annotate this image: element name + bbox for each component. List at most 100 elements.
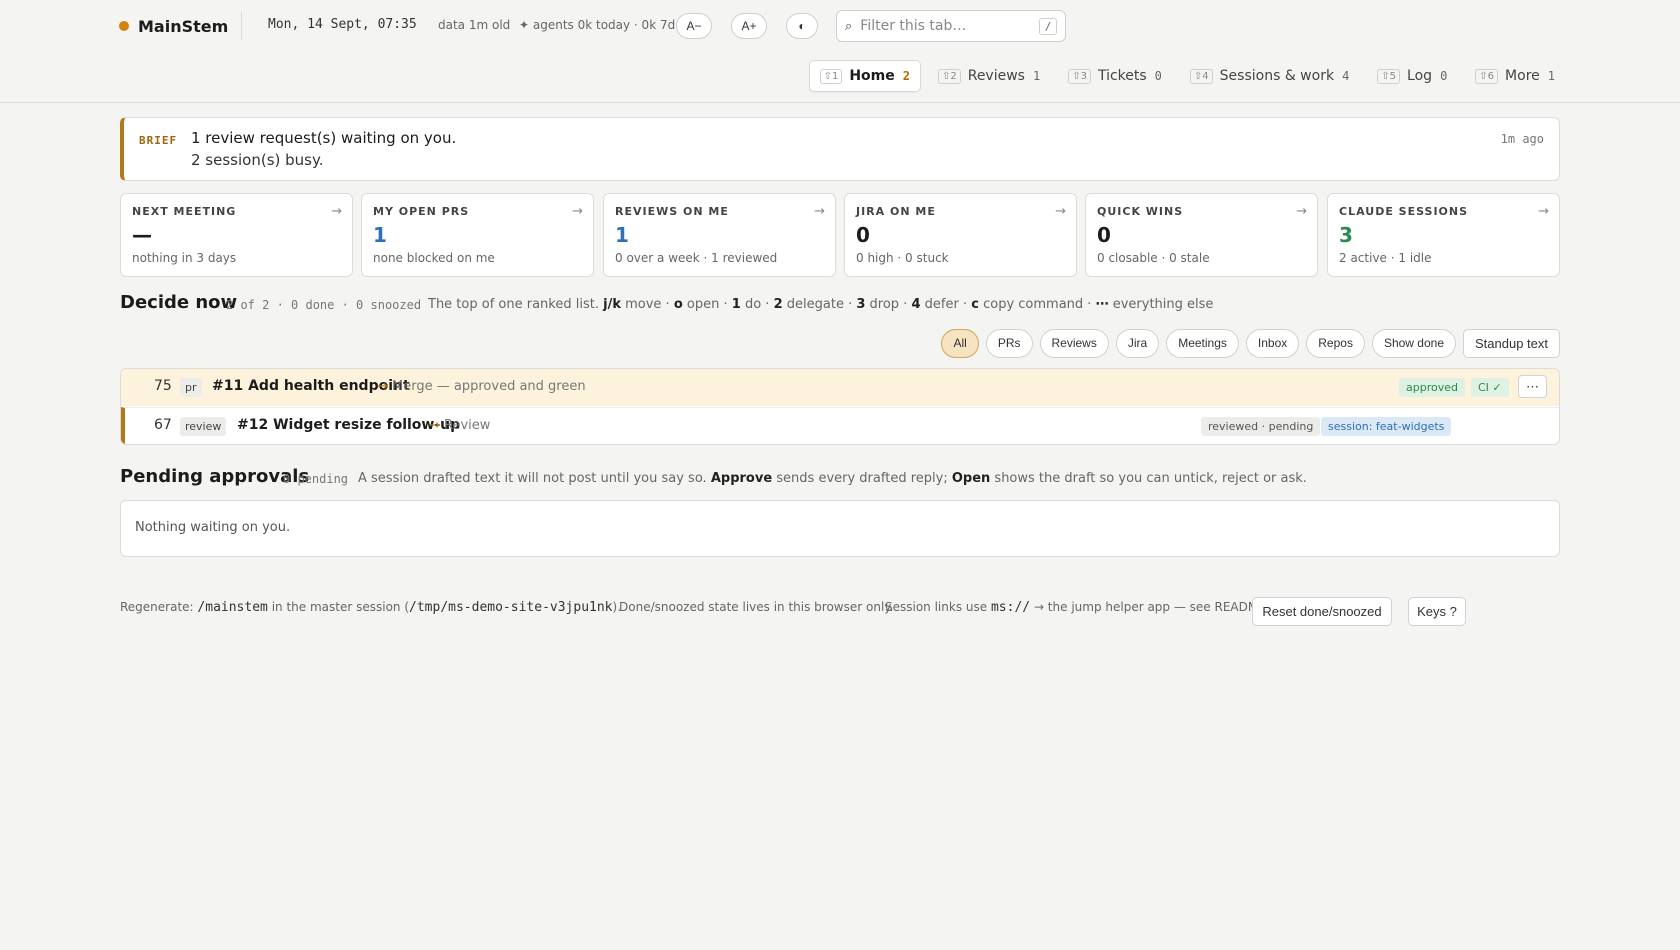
arrow-right-icon: → [572,204,583,219]
pending-approvals-title: Pending approvals [120,466,310,487]
reset-done-snoozed-button[interactable]: Reset done/snoozed [1252,597,1392,626]
font-smaller-button[interactable]: A− [676,13,712,39]
list-item[interactable]: 67 review #12 Widget resize follow-up → … [121,407,1559,444]
card-jira-on-me[interactable]: JIRA ON ME → 0 0 high · 0 stuck [844,193,1077,277]
hint-text: drop · [869,297,908,312]
session-link-badge[interactable]: session: feat-widgets [1321,417,1452,436]
card-subtitle: 0 over a week · 1 reviewed [615,251,778,265]
tab-tickets[interactable]: ⇧3 Tickets 0 [1057,60,1173,92]
tab-key: ⇧6 [1475,68,1499,84]
decide-now-title: Decide now [120,292,238,313]
item-action: → Merge — approved and green [377,379,586,394]
pending-desc-3: shows the draft so you can untick, rejec… [994,471,1307,486]
pending-desc-2: sends every drafted reply; [776,471,948,486]
footer-regen-command: /mainstem [197,600,268,615]
decide-list: 75 pr #11 Add health endpoint → Merge — … [120,368,1560,445]
tab-label: Home [849,68,895,84]
footer-regenerate: Regenerate: /mainstem in the master sess… [120,600,621,615]
footer-links-prefix: Session links use [885,600,988,614]
tab-bar: ⇧1 Home 2 ⇧2 Reviews 1 ⇧3 Tickets 0 ⇧4 S… [803,60,1566,92]
empty-state-text: Nothing waiting on you. [135,520,291,535]
search-icon: ⌕ [845,18,853,34]
footer-state-note: Done/snoozed state lives in this browser… [619,600,894,614]
arrow-icon: → [377,379,388,394]
tab-reviews[interactable]: ⇧2 Reviews 1 [927,60,1051,92]
show-done-toggle[interactable]: Show done [1371,328,1456,358]
hint-text: move · [625,297,670,312]
hint-text: open · [686,297,728,312]
hint-key: o [673,297,683,312]
ci-status-badge: CI ✓ [1471,378,1509,397]
card-my-open-prs[interactable]: MY OPEN PRS → 1 none blocked on me [361,193,594,277]
search-shortcut-key: / [1039,18,1057,35]
card-title: REVIEWS ON ME [615,205,729,218]
card-title: JIRA ON ME [856,205,936,218]
card-next-meeting[interactable]: NEXT MEETING → — nothing in 3 days [120,193,353,277]
theme-toggle-icon[interactable]: ◐ [786,13,818,39]
tab-key: ⇧5 [1377,68,1401,84]
card-value: 1 [373,223,387,247]
arrow-right-icon: → [331,204,342,219]
status-dot-icon [119,21,129,31]
card-claude-sessions[interactable]: CLAUDE SESSIONS → 3 2 active · 1 idle [1327,193,1560,277]
card-subtitle: 0 closable · 0 stale [1097,251,1210,265]
tab-sessions-work[interactable]: ⇧4 Sessions & work 4 [1179,60,1360,92]
tab-label: Log [1407,68,1433,84]
standup-text-button[interactable]: Standup text [1463,328,1560,358]
hint-text: defer · [924,297,968,312]
tab-label: Sessions & work [1219,68,1335,84]
card-subtitle: 0 high · 0 stuck [856,251,949,265]
keys-help-button[interactable]: Keys ? [1408,597,1466,626]
item-title[interactable]: #12 Widget resize follow-up [237,417,460,433]
card-value: 0 [856,223,870,247]
hint-key: ⋯ [1095,297,1109,312]
card-title: NEXT MEETING [132,205,237,218]
tab-key: ⇧4 [1189,68,1213,84]
font-larger-button[interactable]: A+ [731,13,767,39]
tab-home[interactable]: ⇧1 Home 2 [808,60,921,92]
card-title: QUICK WINS [1097,205,1184,218]
footer-session-links: Session links use ms:// → the jump helpe… [885,600,1270,615]
list-item[interactable]: 75 pr #11 Add health endpoint → Merge — … [121,369,1559,406]
hint-text: copy command · [983,297,1092,312]
filter-all[interactable]: All [941,328,979,358]
arrow-right-icon: → [1538,204,1549,219]
card-reviews-on-me[interactable]: REVIEWS ON ME → 1 0 over a week · 1 revi… [603,193,836,277]
item-score: 67 [154,417,172,433]
filter-meetings[interactable]: Meetings [1166,328,1239,358]
arrow-right-icon: → [1055,204,1066,219]
tab-count: 0 [1440,69,1448,83]
more-actions-button[interactable]: ⋯ [1518,375,1547,398]
tab-label: Reviews [967,68,1025,84]
filter-inbox[interactable]: Inbox [1245,328,1300,358]
item-action-text: Review [444,418,491,433]
tab-label: More [1505,68,1540,84]
hint-prefix: The top of one ranked list. [428,297,599,312]
card-quick-wins[interactable]: QUICK WINS → 0 0 closable · 0 stale [1085,193,1318,277]
filter-input[interactable] [860,18,1031,34]
footer-regen-prefix: Regenerate: [120,600,194,614]
tab-key: ⇧3 [1068,68,1091,84]
hint-key: 3 [856,297,866,312]
hint-key: j/k [603,297,621,312]
filter-bar: All PRs Reviews Jira Meetings Inbox Repo… [934,328,1560,358]
filter-reviews[interactable]: Reviews [1039,328,1109,358]
card-subtitle: 2 active · 1 idle [1339,251,1432,265]
hint-text: do · [744,297,770,312]
hint-text: everything else [1112,297,1214,312]
filter-prs[interactable]: PRs [985,328,1033,358]
approved-badge: approved [1399,378,1465,397]
hint-key: 4 [911,297,921,312]
top-bar: MainStem Mon, 14 Sept, 07:35 data 1m old… [0,0,1680,103]
tab-count: 0 [1154,69,1162,83]
pending-description: A session drafted text it will not post … [358,471,1307,486]
arrow-icon: → [429,418,440,433]
tab-more[interactable]: ⇧6 More 1 [1464,60,1566,92]
search-box: ⌕ / [836,10,1066,42]
tab-count: 2 [902,69,910,83]
brand[interactable]: MainStem [119,14,228,38]
filter-repos[interactable]: Repos [1306,328,1365,358]
filter-jira[interactable]: Jira [1115,328,1160,358]
tab-log[interactable]: ⇧5 Log 0 [1366,60,1458,92]
decide-now-hints: The top of one ranked list. j/k move · o… [428,297,1213,312]
